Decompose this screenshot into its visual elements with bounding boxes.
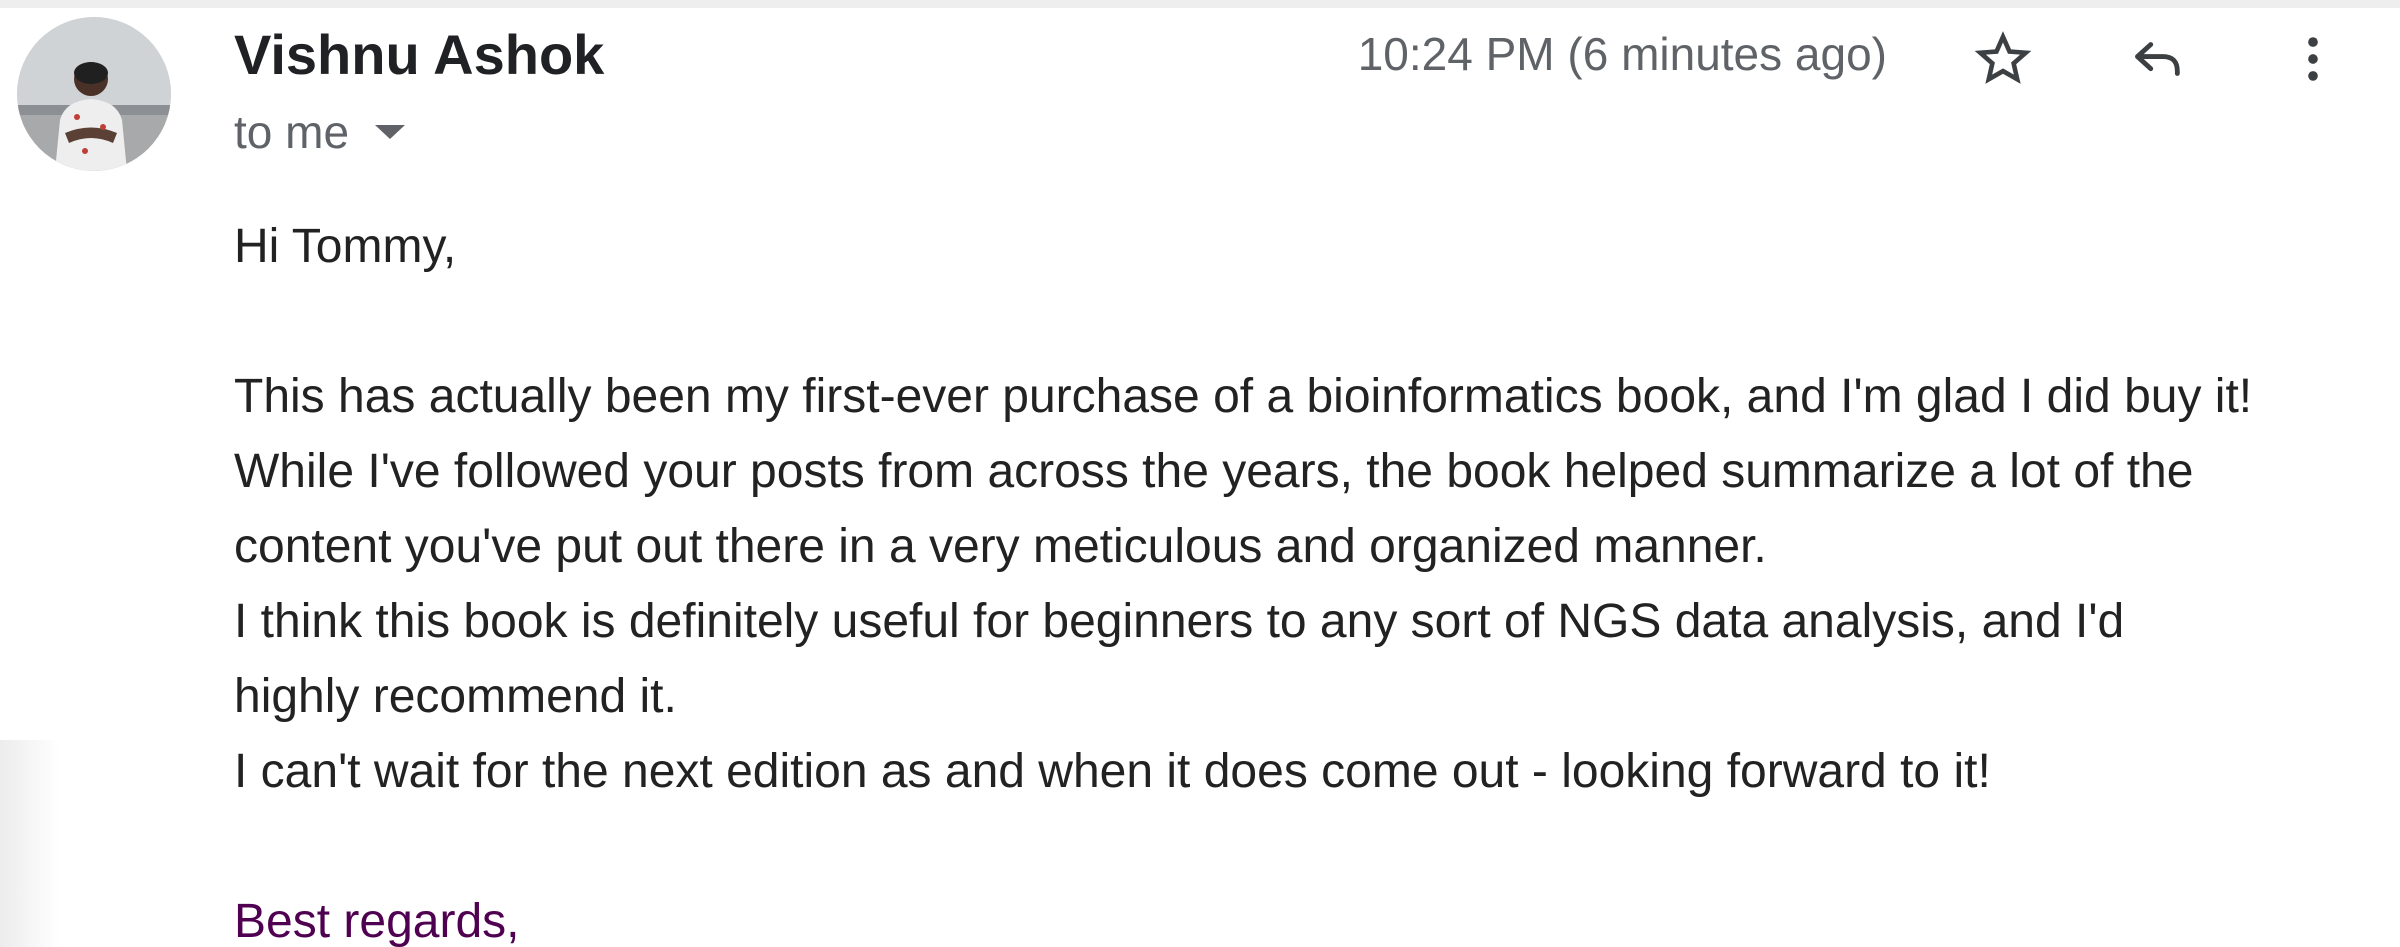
reply-button[interactable] [2115,16,2201,102]
recipient-label: to me [234,106,350,158]
more-options-button[interactable] [2270,16,2356,102]
body-greeting: Hi Tommy, [234,220,457,273]
profile-photo-icon [17,17,171,171]
sender-name: Vishnu Ashok [234,23,605,86]
star-outline-icon [1974,31,2032,84]
vertical-dots-icon [2308,37,2318,81]
reply-arrow-icon [2135,42,2180,76]
header-divider [0,0,2400,8]
sender-avatar[interactable] [17,17,171,171]
body-line: While I've followed your posts from acro… [234,445,2194,498]
star-button[interactable] [1960,16,2046,102]
pane-shadow [0,740,60,947]
body-line: highly recommend it. [234,670,677,723]
body-line: This has actually been my first-ever pur… [234,370,2253,423]
recipient-details-toggle[interactable]: to me [234,100,406,164]
body-line: I think this book is definitely useful f… [234,595,2125,648]
body-signoff: Best regards, [234,895,520,947]
message-timestamp: 10:24 PM (6 minutes ago) [1357,28,1887,80]
body-line: content you've put out there in a very m… [234,520,1767,573]
caret-down-icon [375,125,406,139]
message-body: Hi Tommy, This has actually been my firs… [234,209,2394,947]
body-line: I can't wait for the next edition as and… [234,745,1991,798]
